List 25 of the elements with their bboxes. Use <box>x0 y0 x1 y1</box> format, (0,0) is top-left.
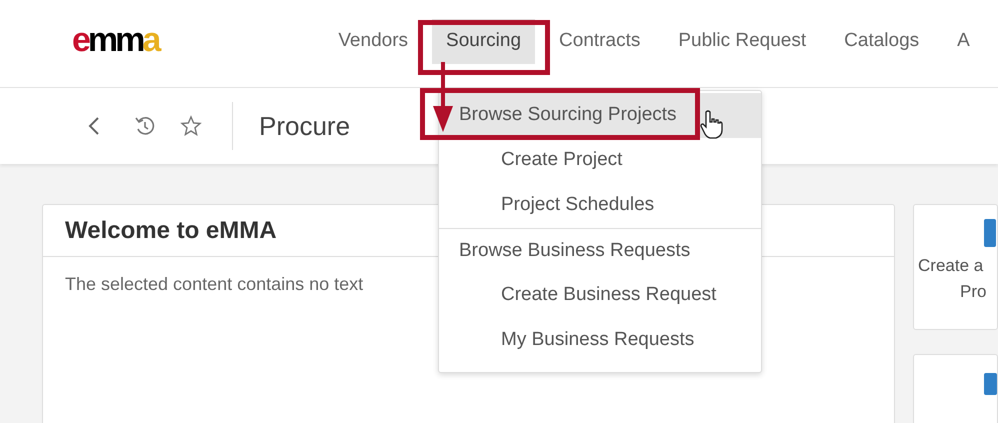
hand-cursor-icon <box>700 110 723 139</box>
menu-item[interactable]: Create Project <box>439 138 761 183</box>
nav-tab[interactable]: A <box>943 19 984 64</box>
nav-tab[interactable]: Public Request <box>664 19 820 64</box>
star-icon[interactable] <box>180 115 202 137</box>
card-label: Pro <box>959 280 986 302</box>
nav-tab[interactable]: Vendors <box>324 19 422 64</box>
back-icon[interactable] <box>88 116 100 136</box>
menu-item[interactable]: Browse Business Requests <box>439 228 761 273</box>
page-title: Procure <box>259 110 350 142</box>
menu-item[interactable]: My Business Requests <box>439 318 761 363</box>
menu-item[interactable]: Project Schedules <box>439 183 761 228</box>
nav-tab[interactable]: Catalogs <box>830 19 934 64</box>
history-icon[interactable] <box>134 115 156 137</box>
document-icon <box>984 219 996 247</box>
nav-tab[interactable]: Contracts <box>545 19 654 64</box>
card-text: The selected content contains no text <box>65 274 364 294</box>
action-card[interactable] <box>913 354 998 423</box>
action-card[interactable]: Create a Pro <box>913 204 998 330</box>
folder-icon <box>984 373 997 395</box>
card-label: Create a <box>918 255 984 277</box>
arrow <box>433 62 453 132</box>
card-title: Welcome to eMMA <box>65 216 277 246</box>
menu-item[interactable]: Create Business Request <box>439 273 761 318</box>
logo[interactable]: emma <box>72 22 158 56</box>
